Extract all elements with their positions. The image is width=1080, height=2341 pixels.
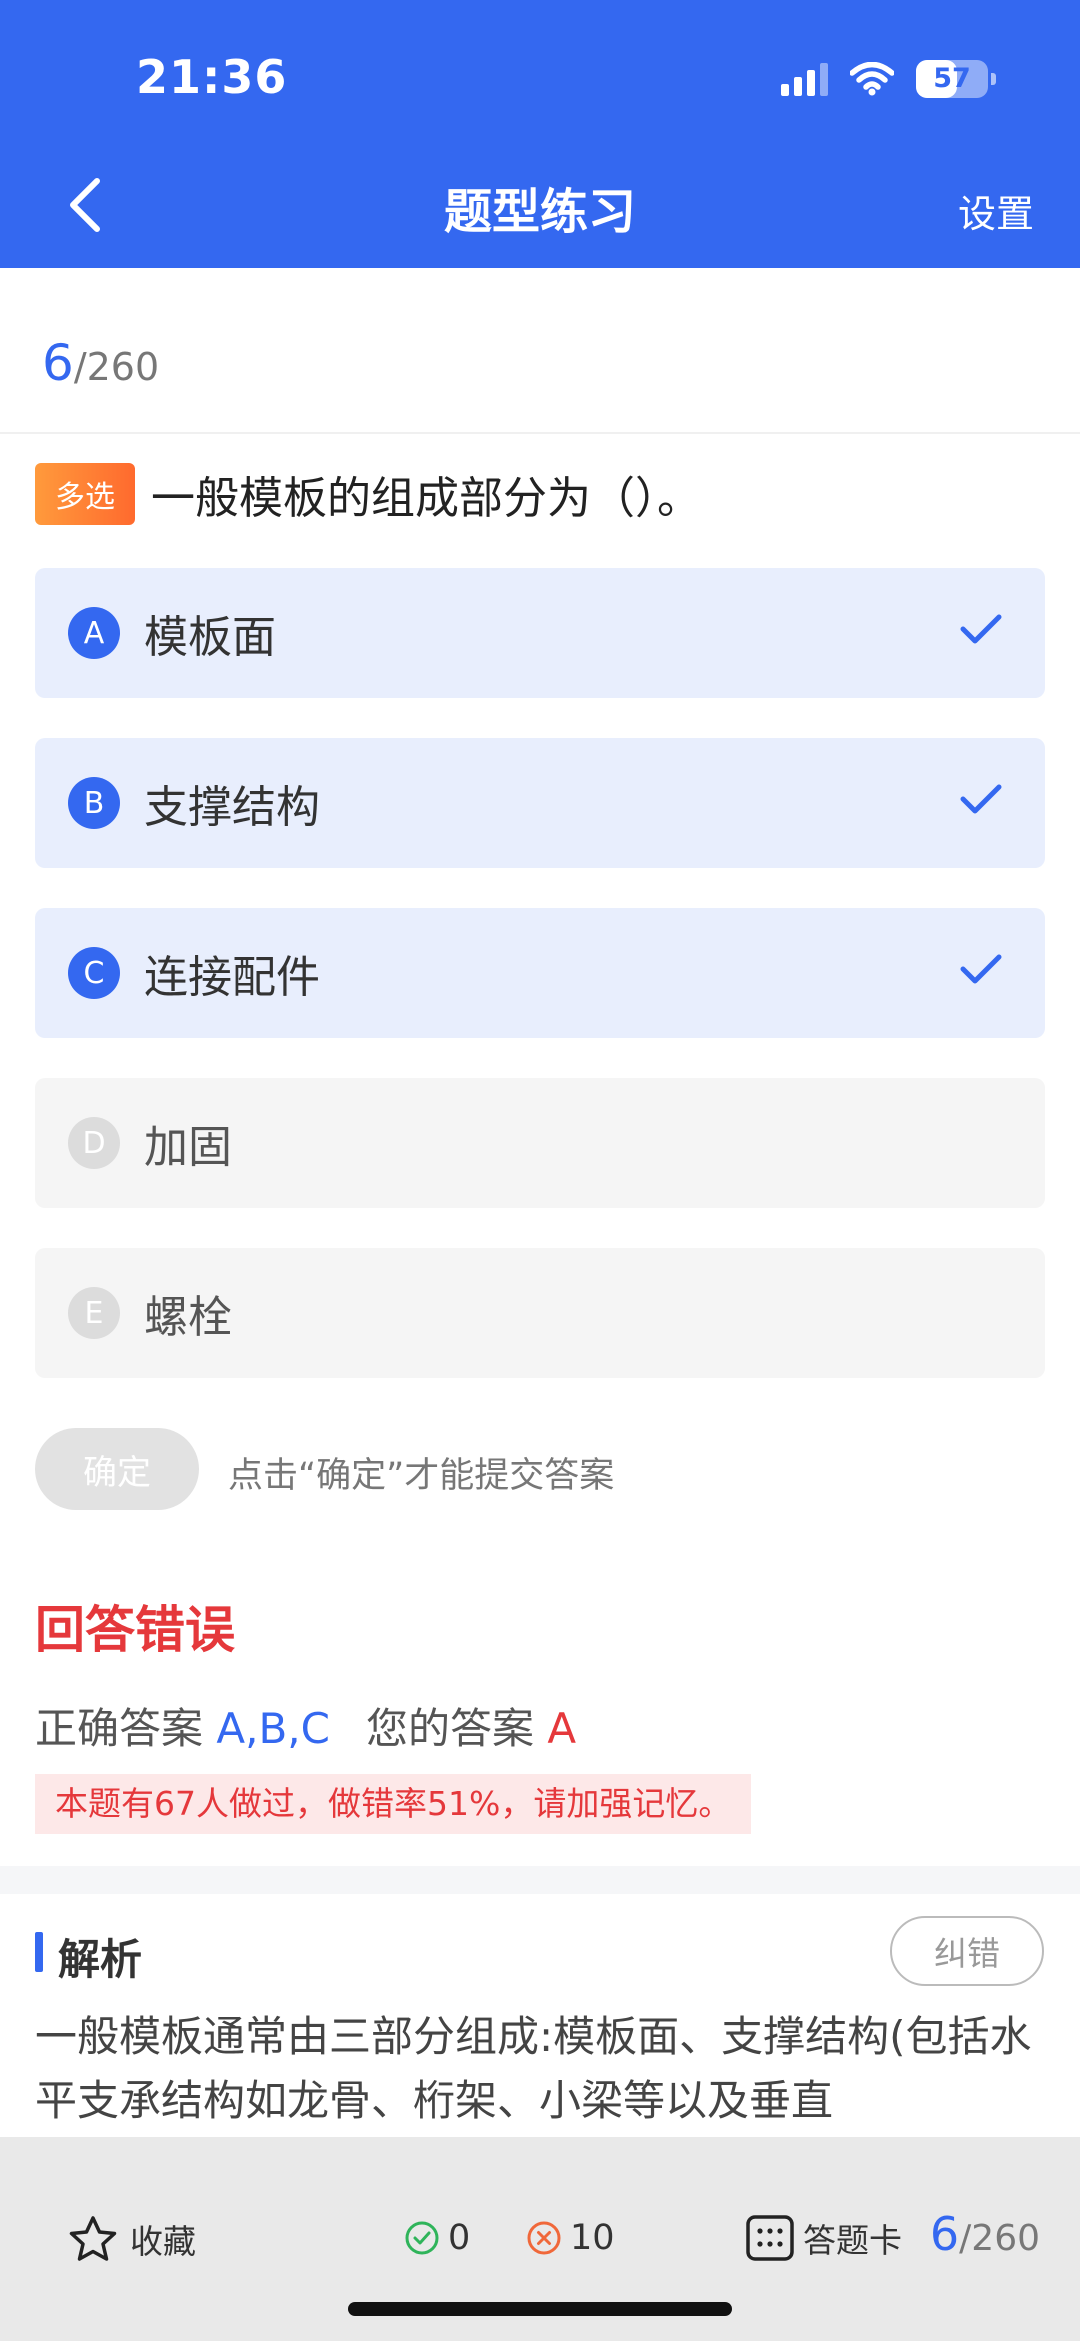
status-time: 21:36 xyxy=(136,50,288,104)
wifi-icon xyxy=(850,62,894,96)
page-title: 题型练习 xyxy=(443,184,636,240)
option-d[interactable]: D 加固 xyxy=(35,1078,1045,1208)
your-answer-label: 您的答案 xyxy=(365,1704,534,1753)
option-a[interactable]: A 模板面 xyxy=(35,568,1045,698)
correct-answer-value: A,B,C xyxy=(216,1704,330,1753)
checkmark-icon xyxy=(960,614,1002,644)
answer-card-button[interactable]: 答题卡 xyxy=(745,2214,902,2262)
home-indicator[interactable] xyxy=(348,2302,732,2316)
your-answer-value: A xyxy=(547,1704,577,1753)
checkmark-icon xyxy=(960,954,1002,984)
analysis-title: 解析 xyxy=(58,1935,143,1984)
bottom-progress: 6/260 xyxy=(930,2207,1040,2261)
error-rate-note: 本题有67人做过，做错率51%，请加强记忆。 xyxy=(35,1774,752,1834)
option-letter: D xyxy=(68,1117,120,1169)
settings-button[interactable]: 设置 xyxy=(958,183,1034,238)
checkmark-icon xyxy=(960,784,1002,814)
cellular-signal-icon xyxy=(781,62,828,96)
app-header: 21:36 57 题型练习 设置 xyxy=(0,0,1080,268)
option-letter: B xyxy=(68,777,120,829)
star-icon xyxy=(69,2216,117,2261)
battery-percent: 57 xyxy=(933,63,971,94)
answer-line: 正确答案 A,B,C 您的答案 A xyxy=(35,1695,576,1756)
progress-current: 6 xyxy=(42,334,74,392)
wrong-count-value: 10 xyxy=(570,2218,615,2258)
analysis-text: 一般模板通常由三部分组成:模板面、支撑结构(包括水平支承结构如龙骨、桁架、小梁等… xyxy=(35,2012,1032,2125)
option-letter: E xyxy=(68,1287,120,1339)
correct-count: 0 xyxy=(404,2218,470,2258)
section-divider xyxy=(0,1866,1080,1894)
option-text: 螺栓 xyxy=(144,1292,232,1343)
option-c[interactable]: C 连接配件 xyxy=(35,908,1045,1038)
answer-card-label: 答题卡 xyxy=(803,2221,902,2260)
option-letter: C xyxy=(68,947,120,999)
option-e[interactable]: E 螺栓 xyxy=(35,1248,1045,1378)
option-letter: A xyxy=(68,607,120,659)
correct-count-value: 0 xyxy=(448,2218,471,2258)
option-text: 支撑结构 xyxy=(144,782,320,833)
bottom-progress-current: 6 xyxy=(929,2207,960,2261)
x-circle-icon xyxy=(527,2221,561,2255)
report-error-button[interactable]: 纠错 xyxy=(890,1916,1044,1986)
option-text: 模板面 xyxy=(144,612,276,663)
divider xyxy=(0,432,1080,434)
progress-total: /260 xyxy=(73,345,160,389)
confirm-button[interactable]: 确定 xyxy=(35,1428,199,1510)
option-text: 连接配件 xyxy=(144,952,320,1003)
bottom-progress-total: /260 xyxy=(959,2218,1040,2259)
favorite-label: 收藏 xyxy=(130,2222,196,2261)
wrong-count: 10 xyxy=(526,2218,615,2258)
battery-icon: 57 xyxy=(916,60,996,98)
status-icons: 57 xyxy=(781,60,996,98)
question-text: 一般模板的组成部分为（）。 xyxy=(151,473,701,524)
correct-answer-label: 正确答案 xyxy=(35,1704,204,1753)
question-type-badge: 多选 xyxy=(35,463,135,525)
section-accent-bar xyxy=(35,1932,43,1972)
result-title: 回答错误 xyxy=(35,1601,235,1659)
question-progress: 6/260 xyxy=(42,334,159,392)
option-text: 加固 xyxy=(144,1122,232,1173)
question-row: 多选 一般模板的组成部分为（）。 xyxy=(35,462,1050,526)
favorite-button[interactable]: 收藏 xyxy=(68,2215,196,2263)
grid-icon xyxy=(746,2215,794,2261)
option-b[interactable]: B 支撑结构 xyxy=(35,738,1045,868)
confirm-hint: 点击“确定”才能提交答案 xyxy=(228,1456,615,1496)
check-circle-icon xyxy=(405,2221,439,2255)
